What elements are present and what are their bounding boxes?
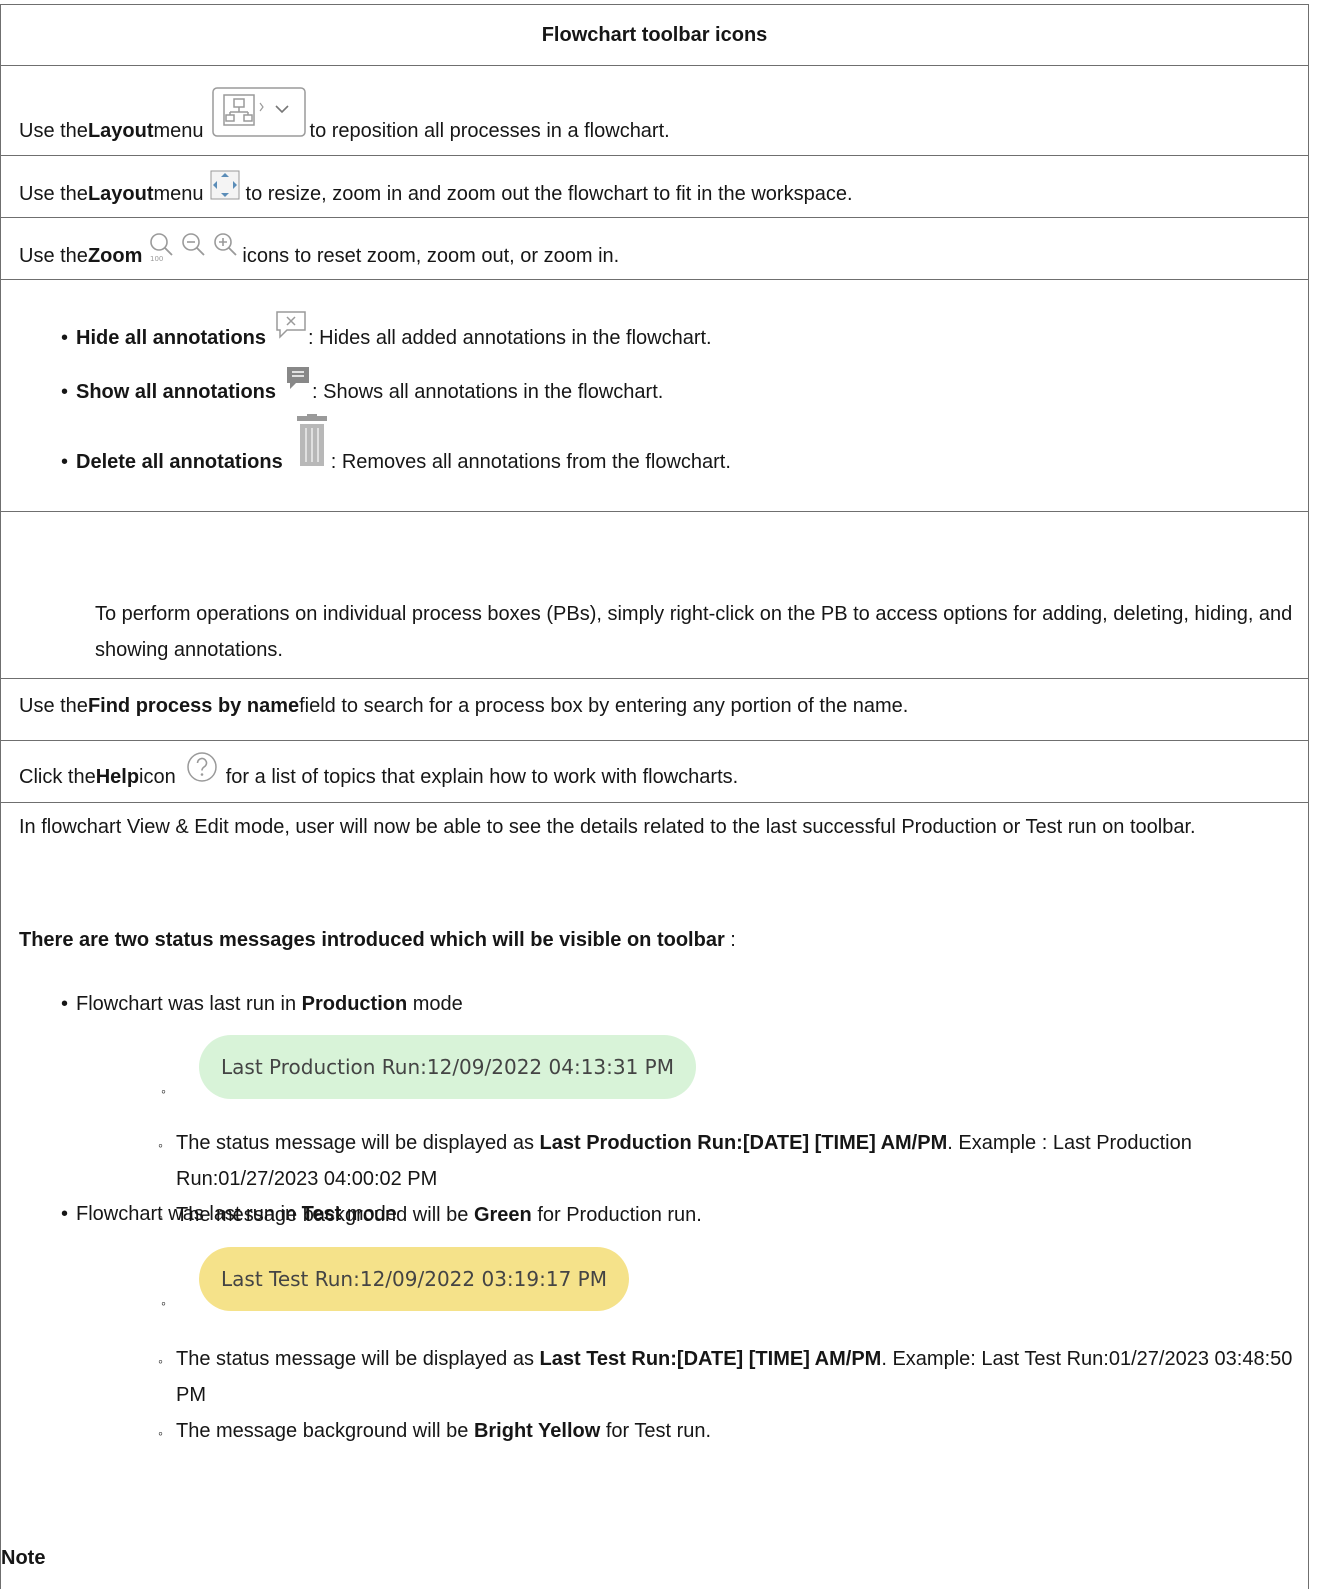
item-bold: Last Production Run:[DATE] [TIME] AM/PM xyxy=(539,1132,948,1154)
row-text: Use the xyxy=(19,183,88,205)
delete-annotations-icon[interactable] xyxy=(296,414,327,474)
sub-bullet-marker: ◦ xyxy=(161,1295,166,1311)
svg-text:100: 100 xyxy=(150,255,163,262)
list-item: Delete all annotations : Removes all ann… xyxy=(61,404,1327,474)
show-annotations-icon[interactable] xyxy=(284,364,312,400)
layout-menu-icon[interactable] xyxy=(211,87,306,143)
row-status: In flowchart View & Edit mode, user will… xyxy=(0,803,1309,1589)
item-text: : Removes all annotations from the flowc… xyxy=(330,451,731,473)
row-text: to reposition all processes in a flowcha… xyxy=(309,120,670,142)
row-text: to resize, zoom in and zoom out the flow… xyxy=(245,183,853,205)
item-text: The status message will be displayed as xyxy=(176,1132,540,1154)
row-bold: Layout xyxy=(87,183,154,205)
row-text: menu xyxy=(153,120,204,142)
row-text: field to search for a process box by ent… xyxy=(299,695,909,717)
test-status-pill: Last Test Run:12/09/2022 03:19:17 PM xyxy=(199,1247,629,1311)
status-lead-bold: There are two status messages introduced… xyxy=(19,929,725,951)
row-text: Use the xyxy=(19,695,88,717)
item-text: mode xyxy=(407,993,463,1015)
zoom-out-icon[interactable] xyxy=(180,232,208,268)
list-item: The message background will be Bright Ye… xyxy=(158,1413,1316,1451)
help-icon[interactable] xyxy=(186,751,218,789)
note-heading: Note xyxy=(1,1547,45,1570)
row-bold: Help xyxy=(95,766,140,788)
zoom-in-icon[interactable] xyxy=(212,232,240,268)
status-intro: In flowchart View & Edit mode, user will… xyxy=(19,816,1196,838)
item-text: Flowchart was last run in xyxy=(76,993,302,1015)
item-bold: Production xyxy=(301,993,408,1015)
row-text: Use the xyxy=(19,245,88,267)
test-section: Flowchart was last run in Test mode Last… xyxy=(1,1203,1301,1451)
row-layout-reposition: Use the Layout menu to reposition all pr… xyxy=(1,66,1308,156)
production-section: Flowchart was last run in Production mod… xyxy=(1,993,1301,1235)
item-text: : Shows all annotations in the flowchart… xyxy=(312,381,664,403)
toolbar-icons-table: Flowchart toolbar icons Use the Layout m… xyxy=(0,4,1309,512)
list-item: Hide all annotations : Hides all added a… xyxy=(61,304,1327,350)
row-find: Use the Find process by name field to se… xyxy=(0,679,1309,741)
item-bold: Hide all annotations xyxy=(76,327,267,349)
item-text: Flowchart was last run in xyxy=(76,1203,302,1225)
row-text: icons to reset zoom, zoom out, or zoom i… xyxy=(242,245,620,267)
list-item: The status message will be displayed as … xyxy=(158,1125,1316,1197)
note-label: Note xyxy=(1,1547,46,1569)
row-annotations: Hide all annotations : Hides all added a… xyxy=(1,280,1308,512)
row-text: icon xyxy=(139,766,176,788)
list-item: Flowchart was last run in Test mode xyxy=(61,1203,1301,1226)
row-zoom: Use the Zoom 100 icons to reset zoom, zo… xyxy=(1,218,1308,280)
fit-to-screen-icon[interactable] xyxy=(210,170,240,206)
item-text: The status message will be displayed as xyxy=(176,1348,540,1370)
list-item: Show all annotations : Shows all annotat… xyxy=(61,350,1327,404)
production-status-pill: Last Production Run:12/09/2022 04:13:31 … xyxy=(199,1035,696,1099)
item-text: for Test run. xyxy=(600,1420,712,1442)
table-header-text: Flowchart toolbar icons xyxy=(541,23,768,46)
sub-bullet-marker: ◦ xyxy=(161,1083,166,1099)
hide-annotations-icon[interactable] xyxy=(274,308,308,346)
item-bold: Test xyxy=(301,1203,342,1225)
row-bold: Find process by name xyxy=(87,695,300,717)
annotations-paragraph: To perform operations on individual proc… xyxy=(95,603,1293,661)
status-lead: There are two status messages introduced… xyxy=(19,929,736,952)
item-bold: Bright Yellow xyxy=(473,1420,601,1442)
list-item: The status message will be displayed as … xyxy=(158,1341,1316,1413)
row-text: Click the xyxy=(19,766,96,788)
item-bold: Show all annotations xyxy=(76,381,277,403)
item-text: : Hides all added annotations in the flo… xyxy=(308,327,712,349)
row-bold: Zoom xyxy=(87,245,143,267)
item-text: The message background will be xyxy=(176,1420,474,1442)
list-item: Flowchart was last run in Production mod… xyxy=(61,993,1301,1016)
row-text: for a list of topics that explain how to… xyxy=(225,766,739,788)
row-text: menu xyxy=(153,183,204,205)
row-layout-fit: Use the Layout menu to resize, zoom in a… xyxy=(1,156,1308,218)
row-text: Use the xyxy=(19,120,88,142)
table-header: Flowchart toolbar icons xyxy=(1,5,1308,66)
row-bold: Layout xyxy=(87,120,154,142)
item-text: mode xyxy=(341,1203,397,1225)
item-bold: Last Test Run:[DATE] [TIME] AM/PM xyxy=(539,1348,882,1370)
item-bold: Delete all annotations xyxy=(76,451,283,473)
status-lead-tail: : xyxy=(724,929,736,951)
row-help: Click the Help icon for a list of topics… xyxy=(0,741,1309,803)
zoom-reset-icon[interactable]: 100 xyxy=(148,232,176,268)
